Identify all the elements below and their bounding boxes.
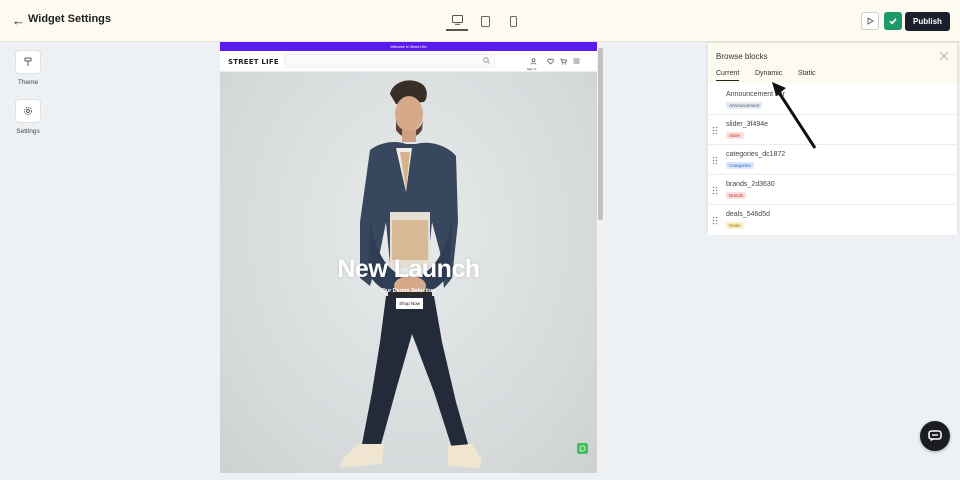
announcement-bar[interactable]: Welcome to Street Life! [220,42,597,51]
block-item-slider[interactable]: slider_3f494e Slider [708,115,957,145]
hero-title: New Launch [337,255,480,283]
rail-item-theme[interactable]: Theme [10,50,46,86]
sign-in-label: Sign In [527,67,537,71]
site-header: STREET LIFE Sign In [220,51,597,72]
panel-header: Browse blocks Current Dynamic Static [708,43,957,83]
rail-item-settings[interactable]: Settings [10,99,46,135]
menu-button[interactable] [572,56,581,66]
drag-handle-icon[interactable] [712,126,718,135]
hamburger-menu-icon [573,58,580,64]
heart-icon [547,58,554,64]
block-item-announcement[interactable]: Announcement bar Announcement [708,85,957,115]
preview-canvas[interactable]: Welcome to Street Life! STREET LIFE Sign… [220,42,604,473]
block-item-deals[interactable]: deals_546d5d Deals [708,205,957,235]
sign-in-button[interactable] [529,56,538,66]
whatsapp-icon [579,445,586,452]
whatsapp-button[interactable] [577,443,588,454]
block-tag: Slider [726,132,744,139]
canvas-scrollbar[interactable] [597,42,604,473]
chat-button[interactable] [920,421,950,451]
cart-icon [560,58,567,64]
mobile-view-button[interactable] [502,11,524,31]
back-arrow-icon[interactable]: ← [12,13,26,29]
block-name: slider_3f494e [726,121,769,128]
site-search-input[interactable] [284,54,495,68]
theme-button[interactable] [15,50,41,74]
drag-handle-icon[interactable] [712,156,718,165]
tab-dynamic[interactable]: Dynamic [755,70,782,80]
checkmark-icon [889,18,897,25]
save-check-button[interactable] [884,12,902,30]
desktop-view-button[interactable] [446,11,468,31]
tab-current[interactable]: Current [716,70,740,81]
tab-static[interactable]: Static [798,70,816,80]
block-item-brands[interactable]: brands_2d3630 Brands [708,175,957,205]
shop-now-button[interactable]: Shop Now [396,298,423,309]
settings-button[interactable] [15,99,41,123]
site-brand-logo[interactable]: STREET LIFE [228,58,279,66]
play-icon [867,17,874,25]
wishlist-button[interactable] [546,56,555,66]
search-icon [483,57,490,64]
block-tag: Categories [726,162,754,169]
panel-title: Browse blocks [716,52,768,61]
top-bar: ← Widget Settings Publish [0,0,960,42]
drag-handle-icon[interactable] [712,216,718,225]
mobile-icon [509,15,517,27]
rail-label-settings: Settings [16,128,40,135]
rail-label-theme: Theme [17,79,39,86]
block-tag: Deals [726,222,744,229]
hero-banner[interactable]: New Launch Our Denim Selection Shop Now [220,72,597,473]
block-tag: Brands [726,192,747,199]
user-icon [530,57,537,65]
block-name: brands_2d3630 [726,181,775,188]
canvas-scroll-thumb[interactable] [598,48,603,220]
block-tag: Announcement [726,102,763,109]
preview-button[interactable] [861,12,879,30]
gear-icon [23,106,33,116]
close-icon[interactable] [939,51,949,61]
publish-button[interactable]: Publish [905,12,950,31]
desktop-icon [451,15,463,25]
block-name: deals_546d5d [726,211,770,218]
chat-bubble-icon [928,430,942,442]
cart-button[interactable] [559,56,568,66]
page-title: Widget Settings [28,13,112,25]
block-name: categories_dc1872 [726,151,786,158]
annotation-arrow-icon [772,82,817,149]
drag-handle-icon[interactable] [712,186,718,195]
block-item-categories[interactable]: categories_dc1872 Categories [708,145,957,175]
browse-blocks-panel: Browse blocks Current Dynamic Static Ann… [707,42,958,235]
tablet-view-button[interactable] [474,11,496,31]
tablet-icon [480,15,490,27]
paint-roller-icon [24,57,32,66]
hero-subtitle: Our Denim Selection [381,288,436,294]
